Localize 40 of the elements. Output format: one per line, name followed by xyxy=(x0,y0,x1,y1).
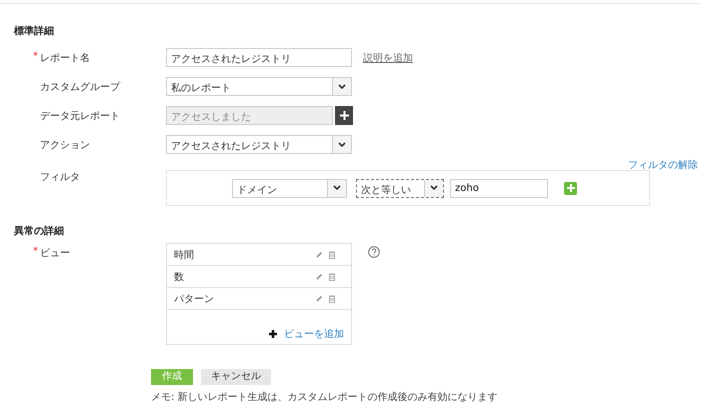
note-text: メモ: 新しいレポート生成は、カスタムレポートの作成後のみ有効になります xyxy=(151,390,499,404)
required-mark: * xyxy=(33,50,38,62)
pencil-icon[interactable] xyxy=(316,295,323,302)
clear-filter-link[interactable]: フィルタの解除 xyxy=(628,160,698,171)
trash-icon[interactable] xyxy=(329,272,335,280)
pencil-icon[interactable] xyxy=(316,273,323,280)
add-button[interactable] xyxy=(335,106,353,125)
trash-icon[interactable] xyxy=(329,250,335,258)
view-name: パターン xyxy=(174,292,214,306)
view-name: 時間 xyxy=(174,248,194,262)
caret-icon xyxy=(333,185,341,191)
required-mark: * xyxy=(33,246,38,257)
readonly-field: アクセスしました xyxy=(166,106,333,125)
text-field[interactable]: アクセスされたレジストリ xyxy=(166,48,352,67)
field-label: レポート名 xyxy=(40,52,90,64)
text-field[interactable]: zoho xyxy=(450,178,548,198)
view-name: 数 xyxy=(174,270,184,284)
dropdown[interactable]: アクセスされたレジストリ xyxy=(166,135,352,154)
field-label: カスタムグループ xyxy=(40,82,120,92)
add-view-link[interactable]: ビューを追加 xyxy=(284,327,344,341)
dropdown[interactable]: ドメイン xyxy=(232,178,347,198)
plus-icon xyxy=(340,111,348,120)
field-label: ビュー xyxy=(40,248,70,259)
add-description-link[interactable]: 説明を追加 xyxy=(363,50,413,64)
pencil-icon[interactable] xyxy=(316,251,323,258)
plus-icon xyxy=(269,330,277,338)
plus-icon xyxy=(566,184,574,192)
help-icon[interactable] xyxy=(368,246,380,258)
dropdown[interactable]: 次と等しい xyxy=(356,178,444,198)
field-label: データ元レポート xyxy=(40,110,120,122)
caret-icon xyxy=(338,142,346,148)
trash-icon[interactable] xyxy=(329,294,335,302)
caret-icon xyxy=(338,84,346,90)
field-label: フィルタ xyxy=(40,172,80,183)
dropdown[interactable]: 私のレポート xyxy=(166,77,352,96)
section-title: 異常の詳細 xyxy=(14,224,65,238)
field-label: アクション xyxy=(40,140,90,150)
caret-icon xyxy=(430,185,438,191)
cancel-button[interactable]: キャンセル xyxy=(201,369,271,385)
section-title: 標準詳細 xyxy=(14,24,55,38)
